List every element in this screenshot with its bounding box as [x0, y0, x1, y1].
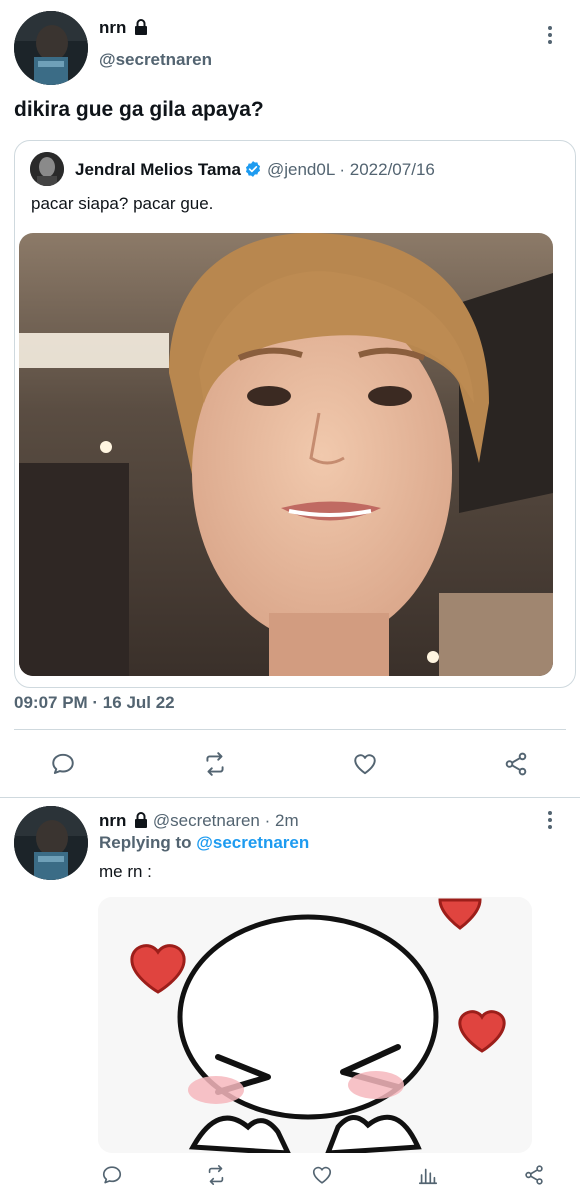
reply-author-handle[interactable]: @secretnaren [153, 811, 260, 830]
author-name-row: nrn [99, 18, 148, 40]
retweet-icon[interactable] [200, 749, 230, 779]
reply-author-name[interactable]: nrn [99, 811, 126, 830]
dot-separator: · [259, 811, 275, 830]
lock-icon [134, 812, 148, 833]
more-vertical-icon[interactable] [540, 808, 560, 832]
replying-prefix: Replying to [99, 833, 192, 852]
reply-icon[interactable] [48, 749, 78, 779]
more-vertical-icon[interactable] [540, 23, 560, 47]
quoted-date: 2022/07/16 [349, 160, 435, 179]
tweet-separator [0, 797, 580, 798]
author-name[interactable]: nrn [99, 18, 126, 37]
quoted-photo[interactable] [19, 233, 553, 676]
author-handle[interactable]: @secretnaren [99, 50, 212, 70]
quoted-avatar [30, 152, 64, 186]
replying-to: Replying to @secretnaren [99, 833, 309, 853]
retweet-icon[interactable] [204, 1163, 228, 1187]
replying-mention-link[interactable]: @secretnaren [196, 833, 309, 852]
heart-icon[interactable] [310, 1163, 334, 1187]
quoted-author-handle: @jend0L [266, 160, 335, 179]
divider [14, 729, 566, 730]
analytics-icon[interactable] [416, 1163, 440, 1187]
quoted-tweet-card[interactable]: Jendral Melios Tama @jend0L · 2022/07/16 … [14, 140, 576, 688]
tweet-text: dikira gue ga gila apaya? [14, 98, 264, 121]
reply-text: me rn : [99, 862, 152, 881]
verified-icon [244, 160, 262, 183]
lock-icon [134, 19, 148, 40]
heart-icon[interactable] [350, 749, 380, 779]
reply-avatar[interactable] [14, 806, 88, 880]
main-avatar[interactable] [14, 11, 88, 85]
reply-time: 2m [275, 811, 299, 830]
share-icon[interactable] [501, 749, 531, 779]
dot-separator: · [334, 160, 350, 179]
reply-header: nrn @secretnaren · 2m [99, 811, 299, 833]
quoted-author-name: Jendral Melios Tama [75, 160, 241, 179]
quoted-header: Jendral Melios Tama @jend0L · 2022/07/16 [75, 160, 435, 183]
share-icon[interactable] [522, 1163, 546, 1187]
tweet-timestamp[interactable]: 09:07 PM · 16 Jul 22 [14, 693, 175, 713]
quoted-text: pacar siapa? pacar gue. [31, 194, 214, 213]
reply-icon[interactable] [100, 1163, 124, 1187]
reply-sticker-image[interactable] [98, 897, 532, 1153]
